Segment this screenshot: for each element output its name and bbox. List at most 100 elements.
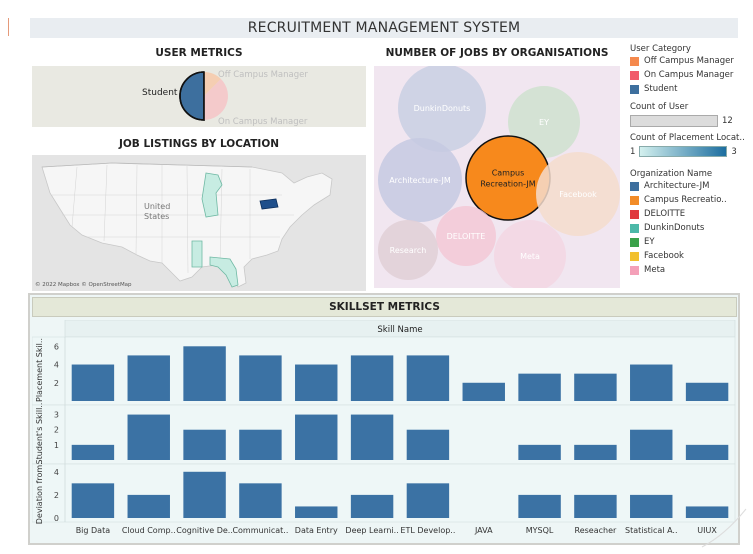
skill-bar[interactable]: [183, 471, 226, 518]
org-legend-swatch: [630, 251, 639, 261]
org-legend-item[interactable]: Facebook: [630, 249, 750, 263]
skill-y-tick: 3: [54, 411, 59, 420]
user-category-swatch: [630, 70, 639, 80]
skill-bar[interactable]: [462, 382, 505, 401]
skill-bar[interactable]: [574, 444, 617, 460]
skill-bar[interactable]: [183, 346, 226, 401]
skill-category-label: Cloud Comp..: [122, 526, 176, 535]
skill-bar[interactable]: [127, 414, 170, 460]
state-mississippi[interactable]: [191, 240, 203, 268]
skill-bar[interactable]: [630, 429, 673, 460]
skill-bar[interactable]: [183, 429, 226, 460]
student-slice[interactable]: [179, 71, 205, 121]
bubble-circle: [465, 135, 551, 221]
org-legend-item[interactable]: Architecture-JM: [630, 179, 750, 193]
user-category-title: User Category: [630, 44, 691, 54]
skill-bar[interactable]: [406, 355, 450, 401]
skill-y-tick: 4: [54, 361, 59, 370]
org-legend-item[interactable]: Campus Recreatio..: [630, 193, 750, 207]
skill-panel-1: Placement Skil.. 2 4 6: [31, 336, 736, 406]
skill-bar[interactable]: [574, 494, 617, 518]
skill-bar[interactable]: [574, 373, 617, 401]
skill-category-label: Statistical A..: [625, 526, 678, 535]
count-placement-max: 3: [731, 146, 737, 157]
skill-bar[interactable]: [239, 483, 282, 518]
app-title: RECRUITMENT MANAGEMENT SYSTEM: [30, 18, 738, 38]
user-metrics-panel: Student Off Campus Manager On Campus Man…: [32, 66, 366, 127]
skill-category-label: Deep Learni..: [345, 526, 398, 535]
skillset-title: SKILLSET METRICS: [32, 297, 737, 317]
skill-bar[interactable]: [350, 494, 394, 518]
location-map[interactable]: United States © 2022 Mapbox © OpenStreetM…: [32, 155, 366, 291]
skill-category-label: MYSQL: [526, 526, 554, 535]
bubble-research[interactable]: Research: [378, 220, 438, 280]
count-user-title: Count of User: [630, 102, 689, 112]
skill-bar[interactable]: [295, 506, 338, 518]
org-legend-swatch: [630, 195, 639, 205]
bubble-architecture-jm[interactable]: Architecture-JM: [378, 138, 462, 222]
skill-y-tick: 6: [54, 342, 59, 351]
org-legend-item[interactable]: Meta: [630, 263, 750, 277]
bubble-deloitte[interactable]: DELOITTE: [436, 206, 496, 266]
skill-category-label: Reseacher: [575, 526, 618, 535]
skill-bar[interactable]: [71, 364, 115, 401]
skill-bar[interactable]: [685, 444, 729, 460]
skill-bar[interactable]: [518, 444, 561, 460]
user-category-item[interactable]: Off Campus Manager: [630, 54, 750, 68]
skillset-chart[interactable]: Skill Name Placement Skil.. 2 4 6 Student's S…: [31, 319, 737, 542]
user-category-item[interactable]: Student: [630, 82, 750, 96]
skill-category-label: JAVA: [474, 526, 493, 535]
skill-bar[interactable]: [127, 494, 170, 518]
skillset-bar-chart: Skill Name Placement Skil.. 2 4 6 Student's S…: [31, 319, 736, 535]
off-campus-label: Off Campus Manager: [218, 70, 308, 80]
skill-y-tick: 4: [54, 468, 59, 477]
student-label: Student: [142, 88, 178, 98]
skill-bar[interactable]: [71, 444, 115, 460]
org-legend-item[interactable]: EY: [630, 235, 750, 249]
org-legend-item[interactable]: DELOITTE: [630, 207, 750, 221]
bubble-meta[interactable]: Meta: [494, 220, 566, 292]
skill-bar[interactable]: [127, 355, 170, 401]
skill-bar[interactable]: [350, 355, 394, 401]
state-massachusetts[interactable]: [259, 198, 279, 210]
on-campus-label: On Campus Manager: [218, 117, 308, 127]
bubble-label: Campus: [492, 169, 525, 178]
user-category-item[interactable]: On Campus Manager: [630, 68, 750, 82]
skill-panel-ylabel: Placement Skil..: [35, 338, 44, 402]
skill-bar[interactable]: [406, 483, 450, 518]
bubble-label: Architecture-JM: [389, 176, 451, 185]
org-legend-swatch: [630, 237, 639, 247]
skill-bar[interactable]: [295, 414, 338, 460]
skill-category-label: Cognitive De..: [176, 526, 233, 535]
count-placement-scale: 1 3: [630, 146, 750, 157]
jobs-by-org-title: NUMBER OF JOBS BY ORGANISATIONS: [385, 47, 609, 59]
skill-bar[interactable]: [295, 364, 338, 401]
skill-bar[interactable]: [518, 494, 561, 518]
bubble-label: DunkinDonuts: [414, 104, 471, 113]
org-legend-item[interactable]: DunkinDonuts: [630, 221, 750, 235]
skill-bar[interactable]: [630, 364, 673, 401]
bubble-facebook[interactable]: Facebook: [536, 152, 620, 236]
skill-bar[interactable]: [630, 494, 673, 518]
skill-bar[interactable]: [518, 373, 561, 401]
skill-bar[interactable]: [350, 414, 394, 460]
org-legend-label: Campus Recreatio..: [644, 195, 727, 205]
user-category-label: Off Campus Manager: [644, 56, 734, 66]
count-placement-title: Count of Placement Locat..: [630, 133, 745, 143]
legend-panel: User Category Off Campus Manager On Campu…: [630, 42, 750, 292]
corner-swoosh: [701, 508, 747, 548]
user-pie-chart[interactable]: Student Off Campus Manager On Campus Man…: [32, 66, 366, 127]
count-user-scale: 12: [630, 115, 750, 127]
jobs-bubble-chart[interactable]: DunkinDonuts EY Architecture-JM Campus Recre…: [374, 64, 620, 292]
bubble-campus-recreation-jm[interactable]: Campus Recreation-JM: [465, 135, 551, 221]
skill-bar[interactable]: [406, 429, 450, 460]
count-user-value: 12: [722, 116, 733, 126]
skill-y-tick: 2: [54, 379, 59, 388]
user-category-label: On Campus Manager: [644, 70, 734, 80]
skill-bar[interactable]: [685, 382, 729, 401]
skill-bar[interactable]: [239, 355, 282, 401]
us-map-svg: United States © 2022 Mapbox © OpenStreetM…: [32, 155, 366, 291]
skill-name-header: Skill Name: [377, 325, 422, 335]
skill-bar[interactable]: [71, 483, 115, 518]
skill-bar[interactable]: [239, 429, 282, 460]
